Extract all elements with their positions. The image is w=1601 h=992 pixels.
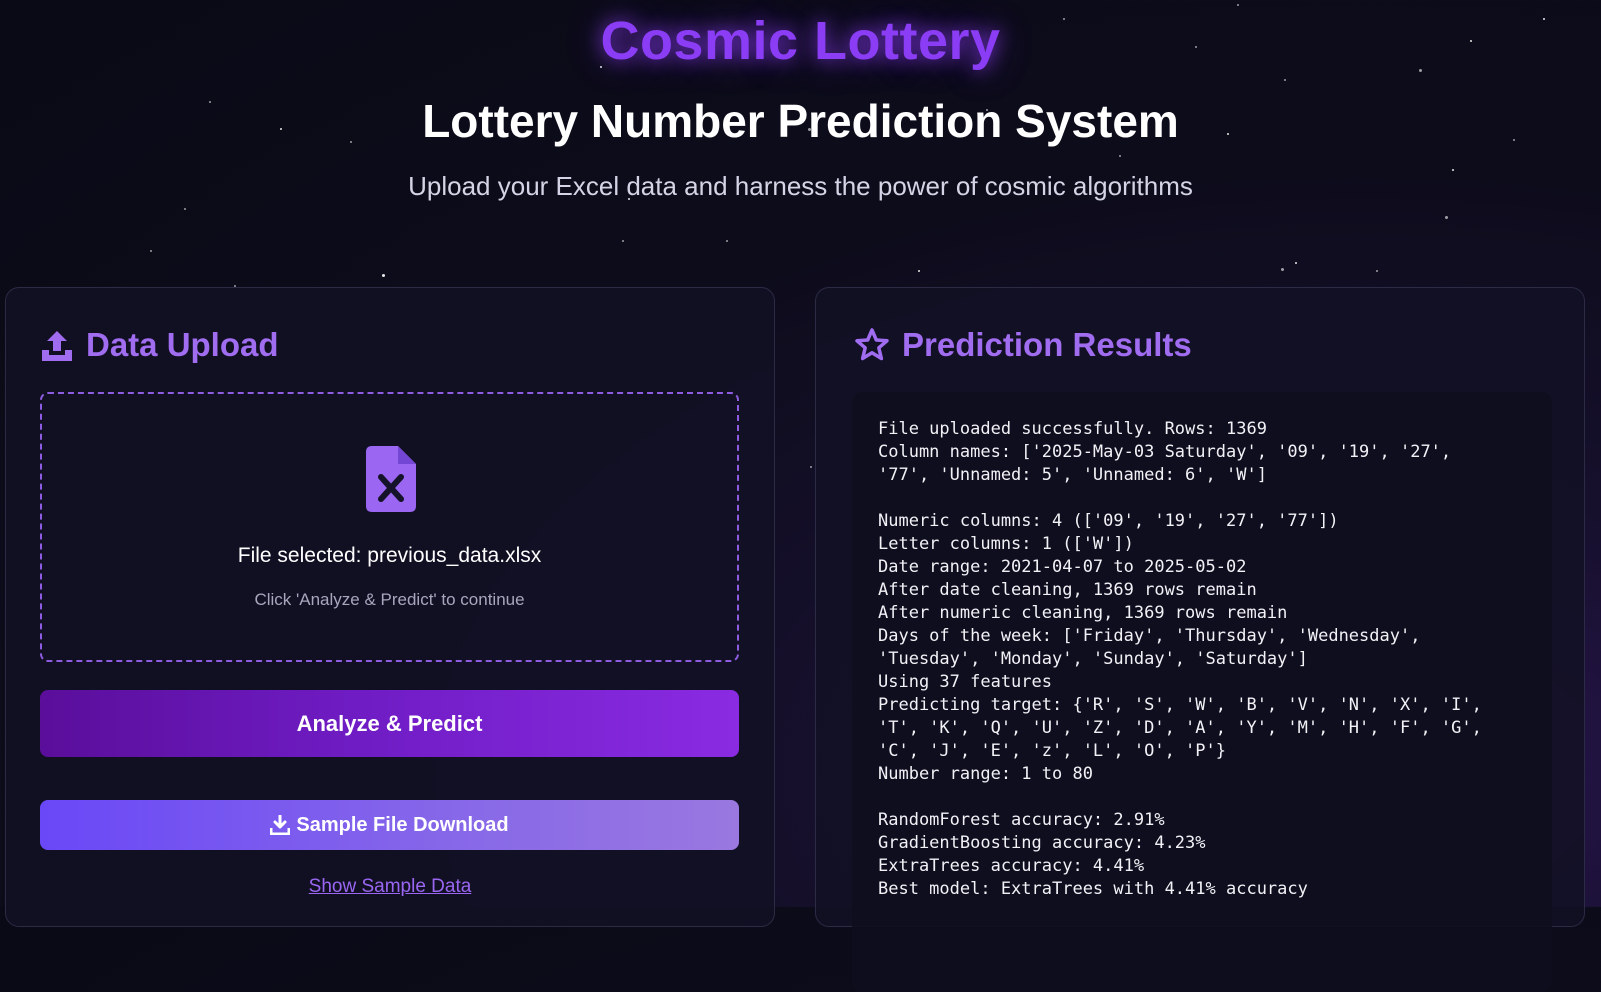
download-icon [270, 815, 291, 835]
data-upload-title: Data Upload [86, 326, 279, 363]
star-dot [1445, 216, 1448, 219]
upload-icon [40, 328, 74, 362]
page-title: Lottery Number Prediction System [422, 95, 1179, 147]
prediction-results-heading: Prediction Results [854, 326, 1192, 364]
results-log-text: File uploaded successfully. Rows: 1369 C… [878, 419, 1482, 899]
star-dot [1237, 4, 1239, 6]
prediction-results-panel: Prediction Results File uploaded success… [815, 287, 1585, 992]
star-dot [1295, 262, 1297, 264]
selected-file-name: File selected: previous_data.xlsx [237, 544, 542, 567]
star-dot [810, 466, 812, 468]
star-icon [854, 327, 890, 363]
show-sample-data-link[interactable]: Show Sample Data [6, 876, 774, 898]
star-dot [726, 240, 728, 242]
star-dot [1284, 79, 1286, 81]
prediction-results-title: Prediction Results [902, 326, 1192, 363]
data-upload-panel: Data Upload File selected: previous_data… [5, 287, 775, 927]
excel-file-icon [366, 446, 416, 517]
sample-file-download-button[interactable]: Sample File Download [40, 800, 739, 850]
star-dot [382, 274, 385, 277]
star-dot [1376, 270, 1378, 272]
data-upload-heading: Data Upload [40, 326, 279, 364]
star-dot [622, 240, 624, 242]
star-dot [1119, 155, 1121, 157]
star-dot [1281, 268, 1284, 271]
brand-title: Cosmic Lottery [600, 11, 1001, 71]
results-log-box[interactable]: File uploaded successfully. Rows: 1369 C… [852, 392, 1552, 992]
star-dot [150, 250, 152, 252]
page-subtitle: Upload your Excel data and harness the p… [408, 171, 1193, 201]
file-dropzone[interactable]: File selected: previous_data.xlsx Click … [40, 392, 739, 662]
sample-file-download-label: Sample File Download [296, 813, 509, 836]
analyze-predict-button[interactable]: Analyze & Predict [40, 690, 739, 757]
dropzone-hint: Click 'Analyze & Predict' to continue [254, 590, 525, 609]
star-dot [918, 270, 920, 272]
star-dot [184, 208, 186, 210]
